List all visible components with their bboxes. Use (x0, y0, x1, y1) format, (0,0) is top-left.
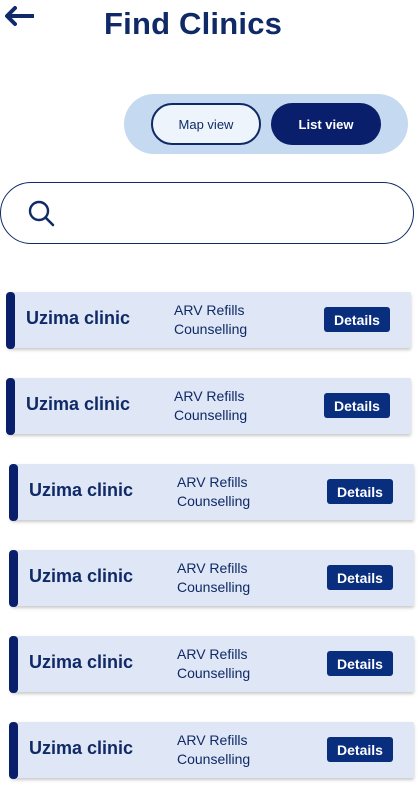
clinic-card[interactable]: Uzima clinic ARV Refills Counselling Det… (9, 722, 414, 779)
service-item: ARV Refills (174, 302, 245, 318)
arrow-left-icon (5, 6, 35, 26)
clinic-name: Uzima clinic (29, 566, 134, 586)
clinic-services: ARV Refills Counselling (177, 731, 250, 769)
card-accent-bar (9, 550, 18, 607)
search-icon (28, 200, 55, 227)
list-view-button[interactable]: List view (271, 103, 381, 145)
service-item: Counselling (174, 321, 248, 337)
card-accent-bar (6, 292, 15, 349)
clinic-name: Uzima clinic (29, 652, 134, 672)
details-button[interactable]: Details (324, 307, 390, 332)
clinic-name: Uzima clinic (29, 738, 134, 758)
clinic-services: ARV Refills Counselling (177, 559, 250, 597)
clinic-services: ARV Refills Counselling (174, 387, 247, 425)
search-input[interactable] (67, 193, 391, 235)
clinic-services: ARV Refills Counselling (177, 473, 250, 511)
clinic-name: Uzima clinic (26, 394, 131, 414)
view-toggle: Map view List view (124, 94, 408, 154)
service-item: Counselling (177, 493, 251, 509)
service-item: ARV Refills (177, 732, 248, 748)
clinic-card[interactable]: Uzima clinic ARV Refills Counselling Det… (6, 292, 411, 349)
service-item: ARV Refills (174, 388, 245, 404)
service-item: Counselling (177, 665, 251, 681)
service-item: ARV Refills (177, 560, 248, 576)
clinic-services: ARV Refills Counselling (174, 301, 247, 339)
service-item: Counselling (174, 407, 248, 423)
details-button[interactable]: Details (327, 737, 393, 762)
clinic-card[interactable]: Uzima clinic ARV Refills Counselling Det… (9, 464, 414, 521)
card-accent-bar (9, 464, 18, 521)
back-button[interactable] (4, 6, 35, 28)
clinic-name: Uzima clinic (29, 480, 134, 500)
map-view-button[interactable]: Map view (151, 103, 261, 145)
details-button[interactable]: Details (324, 393, 390, 418)
service-item: Counselling (177, 579, 251, 595)
details-button[interactable]: Details (327, 565, 393, 590)
clinic-card[interactable]: Uzima clinic ARV Refills Counselling Det… (9, 550, 414, 607)
card-accent-bar (9, 636, 18, 693)
page-title: Find Clinics (104, 6, 283, 41)
clinic-card[interactable]: Uzima clinic ARV Refills Counselling Det… (9, 636, 414, 693)
search-bar[interactable] (0, 182, 414, 244)
clinic-card[interactable]: Uzima clinic ARV Refills Counselling Det… (6, 378, 411, 435)
service-item: ARV Refills (177, 646, 248, 662)
service-item: ARV Refills (177, 474, 248, 490)
details-button[interactable]: Details (327, 479, 393, 504)
service-item: Counselling (177, 751, 251, 767)
card-accent-bar (6, 378, 15, 435)
clinic-name: Uzima clinic (26, 308, 131, 328)
card-accent-bar (9, 722, 18, 779)
clinic-services: ARV Refills Counselling (177, 645, 250, 683)
details-button[interactable]: Details (327, 651, 393, 676)
